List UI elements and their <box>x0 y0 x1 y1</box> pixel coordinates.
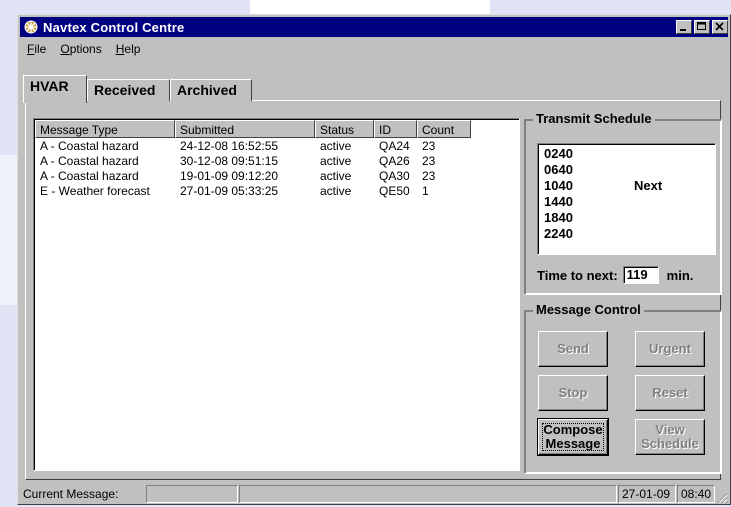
stop-button[interactable]: Stop <box>538 375 608 411</box>
cell-message-type: A - Coastal hazard <box>40 154 139 168</box>
table-row[interactable]: E - Weather forecast 27-01-09 05:33:25 a… <box>35 184 519 199</box>
cell-submitted: 30-12-08 09:51:15 <box>180 154 279 168</box>
schedule-time: 0640 <box>544 162 573 177</box>
compose-message-button[interactable]: Compose Message <box>538 419 608 455</box>
menu-file[interactable]: File <box>20 42 53 56</box>
close-button[interactable] <box>712 20 728 34</box>
cell-id: QA30 <box>379 169 410 183</box>
compose-label-line1: Compose <box>543 422 603 437</box>
urgent-button[interactable]: Urgent <box>635 331 705 367</box>
cell-message-type: A - Coastal hazard <box>40 169 139 183</box>
column-header-count[interactable]: Count <box>417 120 471 138</box>
column-header-message-type[interactable]: Message Type <box>35 120 175 138</box>
reset-button[interactable]: Reset <box>635 375 705 411</box>
navtex-app-icon <box>23 19 39 35</box>
next-indicator: Next <box>634 178 663 193</box>
table-row[interactable]: A - Coastal hazard 30-12-08 09:51:15 act… <box>35 154 519 169</box>
status-time: 08:40 <box>677 485 715 503</box>
time-unit-label: min. <box>666 267 694 283</box>
tab-strip: HVAR Received Archived <box>18 75 418 103</box>
cell-status: active <box>320 169 352 183</box>
cell-status: active <box>320 154 352 168</box>
current-message-label: Current Message: <box>23 487 119 501</box>
message-list[interactable]: Message Type Submitted Status ID Count A… <box>33 118 520 471</box>
cell-status: active <box>320 139 352 153</box>
message-control-title: Message Control <box>533 302 644 317</box>
time-to-next-value: 119 <box>622 266 659 284</box>
status-date: 27-01-09 <box>618 485 676 503</box>
cell-count: 23 <box>422 154 436 168</box>
cell-id: QE50 <box>379 184 410 198</box>
table-row[interactable]: A - Coastal hazard 19-01-09 09:12:20 act… <box>35 169 519 184</box>
tab-hvar[interactable]: HVAR <box>23 75 87 103</box>
message-list-header: Message Type Submitted Status ID Count <box>35 120 519 139</box>
schedule-time: 1840 <box>544 210 573 225</box>
schedule-time: 0240 <box>544 146 573 161</box>
time-to-next-label: Time to next: <box>537 267 618 283</box>
cell-id: QA24 <box>379 139 410 153</box>
cell-message-type: A - Coastal hazard <box>40 139 139 153</box>
maximize-button[interactable] <box>694 20 710 34</box>
table-row[interactable]: A - Coastal hazard 24-12-08 16:52:55 act… <box>35 139 519 154</box>
window-title: Navtex Control Centre <box>43 19 185 35</box>
minimize-button[interactable] <box>676 20 692 34</box>
cell-id: QA26 <box>379 154 410 168</box>
cell-status: active <box>320 184 352 198</box>
view-schedule-button[interactable]: View Schedule <box>635 419 705 455</box>
menu-bar: File Options Help <box>20 39 728 59</box>
tab-archived[interactable]: Archived <box>170 79 252 101</box>
time-to-next-row: Time to next: 119 min. <box>537 266 693 284</box>
schedule-time: 2240 <box>544 226 573 241</box>
menu-help[interactable]: Help <box>109 42 148 56</box>
compose-label-line2: Message <box>545 436 601 451</box>
status-bar: Current Message: 27-01-09 08:40 <box>20 484 728 504</box>
cell-count: 1 <box>422 184 429 198</box>
tab-received[interactable]: Received <box>87 79 170 101</box>
resize-grip-icon[interactable] <box>716 492 728 504</box>
cell-submitted: 24-12-08 16:52:55 <box>180 139 279 153</box>
schedule-list[interactable]: 0240 0640 1040 Next 1440 1840 2240 <box>537 143 716 255</box>
cell-submitted: 27-01-09 05:33:25 <box>180 184 279 198</box>
cell-message-type: E - Weather forecast <box>40 184 150 198</box>
status-pane-empty <box>239 485 617 503</box>
current-message-pane <box>146 485 238 503</box>
transmit-schedule-title: Transmit Schedule <box>533 111 655 126</box>
schedule-time: 1440 <box>544 194 573 209</box>
title-bar[interactable]: Navtex Control Centre <box>20 17 728 37</box>
transmit-schedule-group: Transmit Schedule 0240 0640 1040 Next 144… <box>524 111 722 295</box>
view-label-line2: Schedule <box>641 436 699 451</box>
main-window: Navtex Control Centre File Options Help … <box>17 14 731 505</box>
send-button[interactable]: Send <box>538 331 608 367</box>
column-header-status[interactable]: Status <box>315 120 374 138</box>
column-header-submitted[interactable]: Submitted <box>175 120 315 138</box>
cell-count: 23 <box>422 139 436 153</box>
menu-options[interactable]: Options <box>53 42 108 56</box>
schedule-time: 1040 Next <box>544 178 663 193</box>
cell-submitted: 19-01-09 09:12:20 <box>180 169 279 183</box>
message-control-group: Message Control Send Urgent Stop Reset C… <box>524 302 722 474</box>
column-header-id[interactable]: ID <box>374 120 417 138</box>
cell-count: 23 <box>422 169 436 183</box>
view-label-line1: View <box>655 422 685 437</box>
